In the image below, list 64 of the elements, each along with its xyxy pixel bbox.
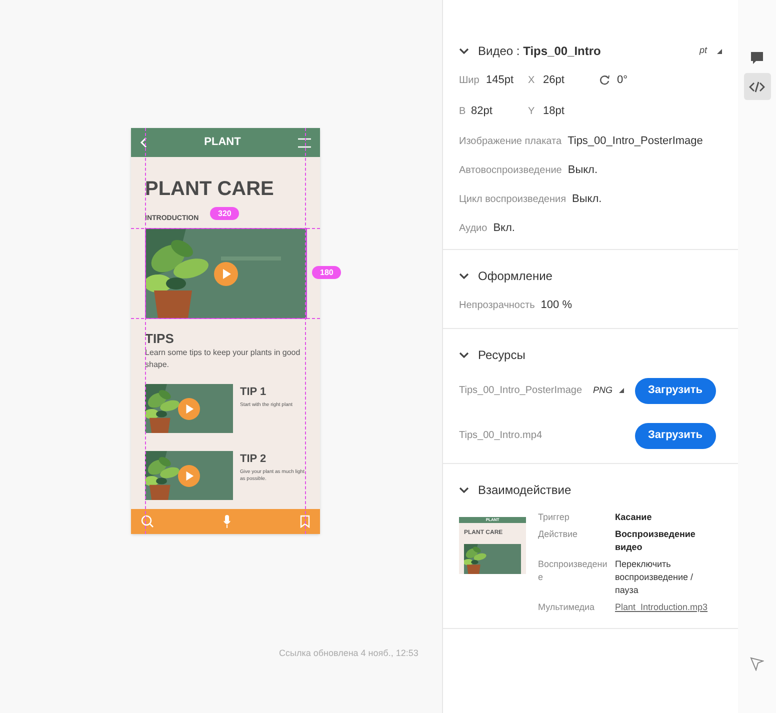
play-icon[interactable] [214, 262, 238, 286]
microphone-icon[interactable] [223, 515, 231, 528]
opacity-value[interactable]: 100 % [540, 297, 572, 314]
media-link[interactable]: Plant_Introduction.mp3 [615, 600, 715, 614]
rotation-value[interactable]: 0° [617, 72, 628, 88]
field-label: В [459, 104, 467, 118]
property-label: Непрозрачность [459, 298, 535, 313]
code-icon[interactable] [749, 80, 765, 92]
property-value[interactable]: Вкл. [493, 220, 515, 236]
field-label: Y [528, 104, 536, 118]
download-button[interactable]: Загрузить [635, 422, 716, 448]
tip-title: TIP 1 [240, 387, 268, 398]
dropdown-caret-icon[interactable] [618, 388, 624, 393]
section-title: Ресурсы [478, 346, 526, 364]
play-icon[interactable] [178, 398, 200, 420]
property-value[interactable]: Выкл. [572, 190, 602, 208]
property-label: Аудио [459, 222, 488, 236]
interaction-value: Касание [615, 510, 653, 524]
section-title: Взаимодействие [478, 482, 572, 498]
rotate-icon [599, 74, 610, 86]
x-value[interactable]: 26pt [543, 72, 599, 88]
menu-icon[interactable] [298, 138, 311, 148]
resource-name: Tips_00_Intro.mp4 [459, 429, 544, 443]
height-measure-badge: 180 [312, 266, 342, 279]
page-heading: PLANT CARE [145, 179, 275, 199]
property-value[interactable]: Tips_00_Intro_PosterImage [568, 132, 703, 150]
chevron-icon[interactable] [459, 486, 469, 492]
interaction-label: Мультимедиа [538, 600, 596, 614]
dropdown-caret-icon[interactable] [717, 48, 722, 54]
field-label: Шир [459, 74, 480, 88]
play-icon[interactable] [178, 464, 200, 486]
tip-title: TIP 2 [240, 454, 268, 465]
units-dropdown[interactable]: pt [699, 44, 707, 58]
width-measure-badge: 320 [210, 207, 240, 220]
send-icon[interactable] [750, 656, 764, 670]
property-label: Цикл воспроизведения [459, 192, 566, 206]
interaction-label: Действие [538, 528, 579, 541]
field-label: X [528, 74, 536, 88]
chevron-icon[interactable] [459, 352, 469, 358]
width-value[interactable]: 145pt [486, 72, 528, 88]
chevron-icon[interactable] [459, 273, 469, 279]
chevron-icon[interactable] [459, 48, 469, 54]
resource-name: Tips_00_Intro_PosterImage [459, 384, 584, 398]
interaction-value: Переключить воспроизведение / пауза [615, 558, 694, 596]
bookmark-icon[interactable] [300, 515, 310, 528]
status-text: Ссылка обновлена 4 нояб., 12:53 [279, 647, 418, 660]
app-title: PLANT [204, 135, 241, 150]
search-icon[interactable] [141, 515, 154, 528]
tips-heading: TIPS [145, 332, 175, 345]
interaction-label: Воспроизведение [538, 558, 608, 584]
property-value[interactable]: Выкл. [568, 162, 598, 178]
height-value[interactable]: 82pt [471, 102, 528, 120]
y-value[interactable]: 18pt [543, 102, 564, 120]
property-label: Изображение плаката [459, 134, 562, 148]
format-dropdown[interactable]: PNG [593, 384, 613, 398]
comment-icon[interactable] [750, 50, 764, 64]
interaction-label: Триггер [538, 510, 570, 524]
download-button[interactable]: Загрузить [635, 378, 716, 404]
property-label: Автовоспроизведение [459, 164, 562, 178]
back-icon[interactable] [140, 137, 147, 148]
panel-title: Видео : Tips_00_Intro [478, 43, 601, 60]
interaction-value: Воспроизведение видео [615, 528, 696, 554]
section-title: Оформление [478, 268, 552, 285]
tips-description: Learn some tips to keep your plants in good shape. [145, 347, 302, 371]
